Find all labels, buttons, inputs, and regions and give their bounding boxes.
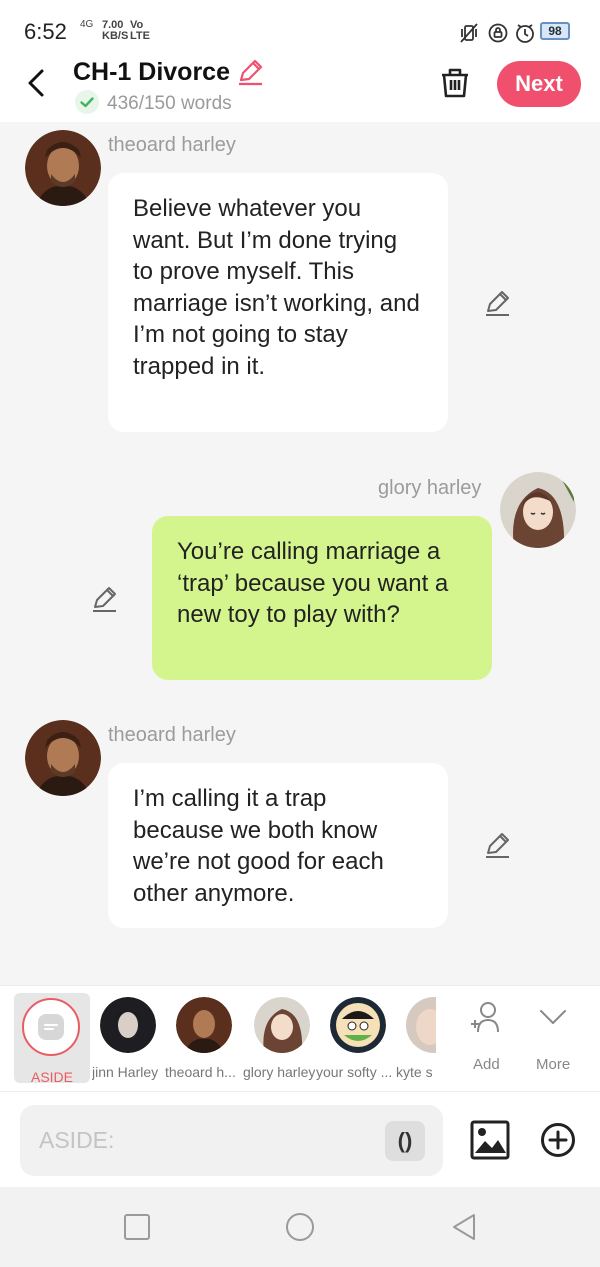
- character-name: theoard h...: [165, 1064, 236, 1080]
- status-bar: 6:52 4G 7.00 KB/S Vo LTE 98: [0, 0, 600, 60]
- character-avatar-theoard-harley[interactable]: [176, 997, 232, 1053]
- character-avatar-kyte[interactable]: [406, 997, 436, 1053]
- network-speed: 7.00 KB/S: [102, 19, 129, 42]
- chapter-header: CH-1 Divorce 436/150 words Next: [0, 58, 600, 122]
- edit-title-icon[interactable]: [236, 58, 264, 86]
- trash-icon[interactable]: [438, 66, 472, 100]
- add-character-icon[interactable]: [468, 1000, 502, 1034]
- sender-name: theoard harley: [108, 134, 236, 156]
- parentheses-button[interactable]: (): [385, 1121, 425, 1161]
- character-name: kyte s: [396, 1064, 433, 1080]
- avatar-theoard-harley[interactable]: [25, 130, 101, 206]
- word-count: 436/150 words: [107, 93, 232, 114]
- recents-icon[interactable]: [122, 1212, 152, 1242]
- message-bubble[interactable]: I’m calling it a trap because we both kn…: [108, 763, 448, 928]
- back-arrow-icon[interactable]: [22, 66, 52, 100]
- aside-icon: [22, 998, 80, 1056]
- image-icon[interactable]: [470, 1120, 510, 1160]
- chapter-title[interactable]: CH-1 Divorce: [73, 58, 230, 87]
- sender-name: glory harley: [378, 477, 482, 499]
- home-icon[interactable]: [285, 1212, 315, 1242]
- aside-character-button[interactable]: ASIDE: [14, 993, 90, 1085]
- edit-message-icon[interactable]: [90, 585, 118, 613]
- network-type: 4G: [80, 19, 94, 30]
- character-name: glory harley: [243, 1064, 315, 1080]
- avatar-theoard-harley[interactable]: [25, 720, 101, 796]
- aside-label: ASIDE: [30, 1069, 73, 1085]
- character-avatar-your-softy[interactable]: [330, 997, 386, 1053]
- next-button[interactable]: Next: [497, 61, 581, 107]
- composer: (): [0, 1091, 600, 1187]
- character-avatar-glory-harley[interactable]: [254, 997, 310, 1053]
- status-icons: [460, 23, 534, 43]
- character-avatar-jinn-harley[interactable]: [100, 997, 156, 1053]
- message-bubble[interactable]: You’re calling marriage a ‘trap’ because…: [152, 516, 492, 680]
- add-circle-icon[interactable]: [540, 1122, 576, 1158]
- chevron-down-icon[interactable]: [536, 1000, 570, 1034]
- system-nav-bar: [0, 1187, 600, 1267]
- message-bubble[interactable]: Believe whatever you want. But I’m done …: [108, 173, 448, 432]
- character-name: jinn Harley: [92, 1064, 159, 1080]
- character-selector-bar: ASIDE jinn Harley theoard h... glory har…: [0, 985, 600, 1091]
- back-icon[interactable]: [449, 1212, 479, 1242]
- edit-message-icon[interactable]: [483, 289, 511, 317]
- edit-message-icon[interactable]: [483, 831, 511, 859]
- more-label[interactable]: More: [536, 1056, 570, 1073]
- sender-name: theoard harley: [108, 724, 236, 746]
- character-name: your softy ...: [316, 1064, 392, 1080]
- aside-input[interactable]: [20, 1105, 443, 1176]
- volte-indicator: Vo LTE: [130, 19, 150, 42]
- battery-indicator: 98: [540, 22, 570, 40]
- add-label[interactable]: Add: [473, 1056, 500, 1073]
- word-count-check-icon: [75, 90, 99, 114]
- status-time: 6:52: [24, 19, 67, 44]
- avatar-glory-harley[interactable]: [500, 472, 576, 548]
